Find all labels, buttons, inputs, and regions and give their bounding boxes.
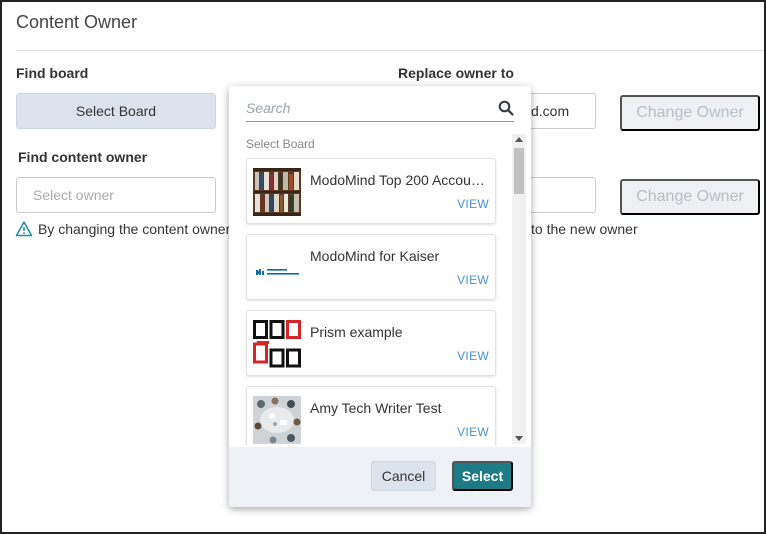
scroll-down-arrow-icon[interactable] — [515, 436, 523, 441]
board-list: ModoMind Top 200 Accou… VIEW ModoMind fo… — [229, 156, 511, 446]
popup-footer: Cancel Select — [229, 447, 531, 507]
change-owner-button-top[interactable]: Change Owner — [620, 95, 760, 131]
board-card[interactable]: ModoMind Top 200 Accou… VIEW — [246, 158, 496, 224]
find-board-label: Find board — [16, 65, 89, 81]
board-list-scrollbar[interactable] — [512, 134, 526, 444]
select-owner-placeholder: Select owner — [33, 187, 114, 203]
replace-owner-value: d.com — [531, 103, 570, 119]
search-input[interactable] — [246, 96, 486, 120]
change-owner-button-bottom[interactable]: Change Owner — [620, 179, 760, 215]
scrollbar-thumb[interactable] — [514, 148, 524, 194]
board-title: Amy Tech Writer Test — [310, 400, 442, 416]
board-card[interactable]: Prism example VIEW — [246, 310, 496, 376]
title-divider — [16, 50, 764, 51]
view-link[interactable]: VIEW — [457, 425, 489, 439]
kaiser-logo — [253, 244, 301, 292]
cancel-button[interactable]: Cancel — [371, 461, 436, 491]
warning-icon — [15, 221, 33, 237]
warning-text-left: By changing the content owner, — [38, 221, 234, 237]
view-link[interactable]: VIEW — [457, 197, 489, 211]
select-board-popup: Select Board — [229, 86, 531, 507]
view-link[interactable]: VIEW — [457, 273, 489, 287]
select-board-section-label: Select Board — [246, 137, 315, 151]
find-content-owner-label: Find content owner — [18, 149, 148, 165]
select-board-button[interactable]: Select Board — [16, 93, 216, 129]
replace-owner-label: Replace owner to — [398, 65, 514, 81]
board-title: ModoMind Top 200 Accou… — [310, 172, 485, 188]
select-button[interactable]: Select — [452, 461, 513, 491]
board-title: Prism example — [310, 324, 403, 340]
view-link[interactable]: VIEW — [457, 349, 489, 363]
select-owner-field[interactable]: Select owner — [16, 177, 216, 213]
board-title: ModoMind for Kaiser — [310, 248, 440, 264]
prism-squares-image — [253, 320, 301, 368]
meeting-table-image — [253, 396, 301, 444]
search-box — [246, 96, 514, 122]
search-icon[interactable] — [498, 100, 514, 116]
board-card[interactable]: Amy Tech Writer Test VIEW — [246, 386, 496, 446]
warning-text-right: to the new owner — [531, 221, 638, 237]
page-title: Content Owner — [16, 12, 138, 32]
scroll-up-arrow-icon[interactable] — [515, 137, 523, 142]
bookshelf-image — [253, 168, 301, 216]
board-card[interactable]: ModoMind for Kaiser VIEW — [246, 234, 496, 300]
